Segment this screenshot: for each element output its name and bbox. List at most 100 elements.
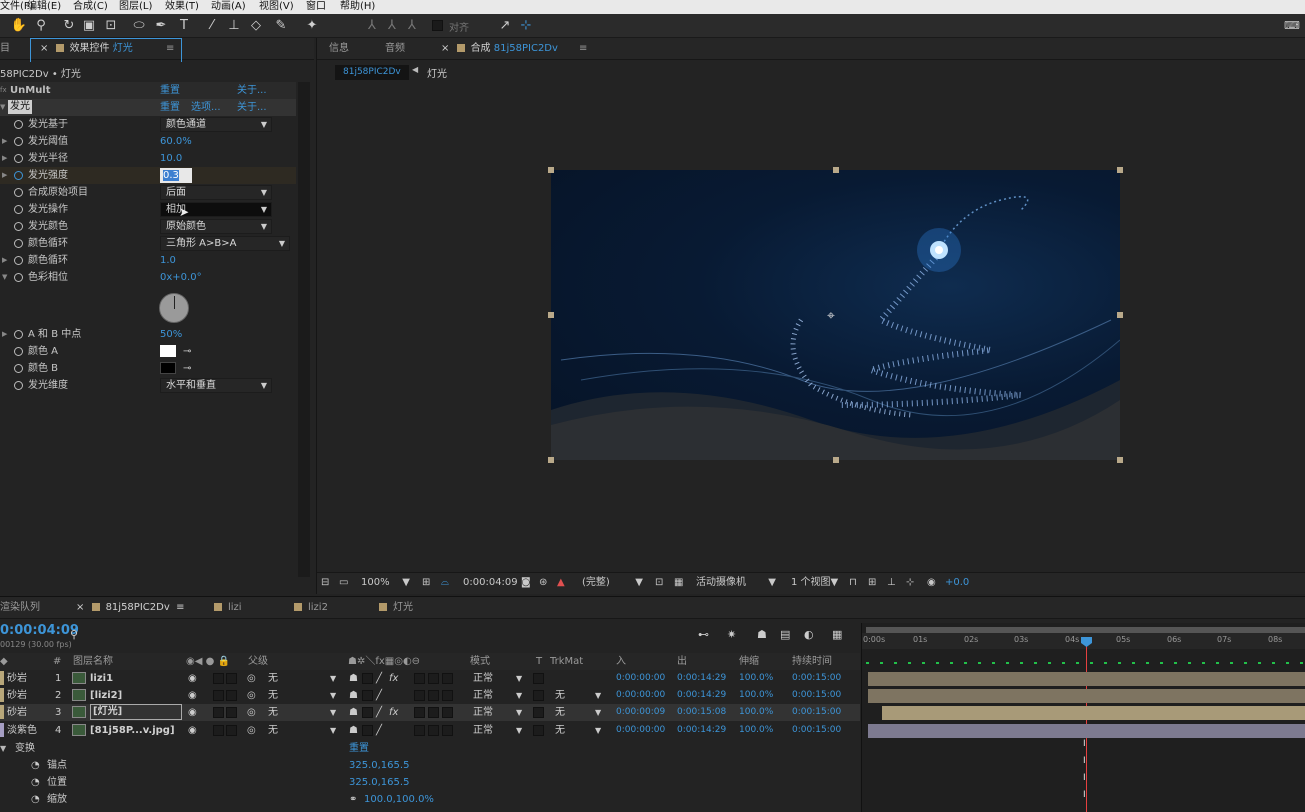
stopwatch-icon[interactable] (14, 154, 23, 163)
glow-radius-value[interactable]: 10.0 (160, 150, 182, 167)
layer-out-point[interactable]: 0:00:14:29 (677, 687, 726, 704)
color-looping-dropdown[interactable]: 三角形 A>B>A ▼ (160, 236, 290, 251)
menu-effect[interactable]: 效果(T) (165, 0, 199, 14)
views-dropdown[interactable]: 1 个视图▼ (791, 573, 838, 593)
preserve-transparency-switch[interactable] (533, 690, 544, 701)
exposure-value[interactable]: +0.0 (945, 573, 969, 593)
stopwatch-icon[interactable] (14, 171, 23, 180)
stopwatch-icon[interactable] (14, 120, 23, 129)
hand-icon[interactable]: ✋ (10, 17, 28, 35)
transparency-grid-icon[interactable]: ▦ (674, 573, 683, 593)
local-axis-icon[interactable]: ⅄ (363, 17, 381, 35)
anchor-value[interactable]: 325.0,165.5 (349, 757, 409, 774)
3d-switch[interactable] (442, 673, 453, 684)
layer-label[interactable]: 砂岩 (7, 687, 27, 704)
layer-duration[interactable]: 0:00:15:00 (792, 687, 841, 704)
rotate-icon[interactable]: ↻ (60, 17, 78, 35)
glow-operation-dropdown[interactable]: 相加 ▼ (160, 202, 272, 217)
workspace-icon[interactable]: ⌨ (1283, 17, 1301, 35)
view-axis-icon[interactable]: ⅄ (403, 17, 421, 35)
camera-dropdown[interactable]: 活动摄像机 ▼ (696, 573, 776, 593)
solo-switch[interactable] (226, 707, 237, 718)
tab-audio[interactable]: 音频 (385, 38, 405, 60)
tab-comp-main[interactable]: × 81j58PIC2Dv ≡ (76, 597, 184, 619)
blend-mode-dropdown[interactable]: 正常 (473, 704, 493, 721)
parent-pickwhip-icon[interactable]: ◎ (247, 704, 256, 721)
pan-behind-icon[interactable]: ⊡ (102, 17, 120, 35)
tab-light[interactable]: 灯光 (375, 597, 413, 619)
blend-mode-dropdown[interactable]: 正常 (473, 670, 493, 687)
layer-stretch[interactable]: 100.0% (739, 670, 773, 687)
label-color-swatch[interactable] (0, 723, 4, 737)
blend-mode-dropdown[interactable]: 正常 (473, 687, 493, 704)
stopwatch-icon[interactable] (14, 256, 23, 265)
layer-duration[interactable]: 0:00:15:00 (792, 704, 841, 721)
ellipse-icon[interactable]: ⬭ (130, 17, 148, 35)
layer-name[interactable]: [81j58P...v.jpg] (90, 722, 175, 739)
frame-blending-icon[interactable]: ▤ (780, 628, 790, 641)
color-b-swatch[interactable] (160, 362, 176, 374)
snapshot-icon[interactable]: ◙ (521, 573, 531, 593)
channel-icon[interactable]: ▲ (557, 573, 565, 593)
glow-intensity-input[interactable]: 0.3 (160, 168, 192, 183)
search-input[interactable] (82, 628, 662, 642)
panel-menu-icon[interactable]: ≡ (579, 38, 587, 60)
timeline-timecode[interactable]: 0:00:04:09 (0, 623, 79, 638)
keyframe-icon[interactable]: I (1083, 756, 1086, 766)
label-color-swatch[interactable] (0, 688, 4, 702)
label-color-swatch[interactable] (0, 705, 4, 719)
layer-stretch[interactable]: 100.0% (739, 704, 773, 721)
comp-breadcrumb-layer[interactable]: 灯光 (427, 65, 447, 80)
layer-name[interactable]: lizi1 (90, 670, 113, 687)
audio-switch[interactable] (213, 673, 224, 684)
brush-icon[interactable]: ⁄ (203, 17, 221, 35)
parent-pickwhip-icon[interactable]: ◎ (247, 670, 256, 687)
menu-window[interactable]: 窗口 (306, 0, 326, 14)
clone-stamp-icon[interactable]: ⊥ (225, 17, 243, 35)
fx-switch-icon[interactable]: fx (389, 670, 398, 687)
layer-duration[interactable]: 0:00:15:00 (792, 670, 841, 687)
menu-edit[interactable]: 编辑(E) (27, 0, 61, 14)
glow-reset-link[interactable]: 重置 (160, 99, 180, 116)
anchor-point-icon[interactable]: ⌖ (827, 308, 835, 324)
tab-project[interactable]: 目 (0, 38, 10, 60)
layer-stretch[interactable]: 100.0% (739, 687, 773, 704)
shy-switch-icon[interactable]: ☗ (349, 687, 358, 704)
motion-blur-switch[interactable] (414, 707, 425, 718)
eyedropper-icon[interactable]: ⊸ (183, 343, 191, 360)
trkmat-dropdown-arrow-icon[interactable]: ▼ (595, 722, 601, 739)
parent-dropdown-arrow-icon[interactable]: ▼ (330, 687, 336, 704)
parent-dropdown[interactable]: 无 (268, 704, 278, 721)
effect-unmult-row[interactable]: fx UnMult 重置 关于... (0, 82, 296, 99)
motion-blur-icon[interactable]: ◐ (804, 628, 814, 641)
audio-switch[interactable] (213, 707, 224, 718)
puppet-pin-icon[interactable]: ✦ (303, 17, 321, 35)
search-icon[interactable]: ⚲ (70, 628, 78, 641)
eraser-icon[interactable]: ◇ (247, 17, 265, 35)
glow-about-link[interactable]: 关于... (237, 99, 267, 116)
layer-duration-bar[interactable] (868, 689, 1305, 703)
composite-original-dropdown[interactable]: 后面 ▼ (160, 185, 272, 200)
layer-row[interactable]: 砂岩 1 lizi1 ◉ ◎ 无 ▼ ☗ ╱ fx 正常 ▼ 0:00:00:00 0:00:14:29 1… (0, 670, 860, 687)
tab-render-queue[interactable]: 渲染队列 (0, 597, 40, 619)
trkmat-dropdown-arrow-icon[interactable]: ▼ (595, 704, 601, 721)
stopwatch-icon[interactable] (14, 381, 23, 390)
stopwatch-icon[interactable] (14, 347, 23, 356)
unmult-about-link[interactable]: 关于... (237, 82, 267, 99)
unmult-reset-link[interactable]: 重置 (160, 82, 180, 99)
layer-duration-bar[interactable] (868, 724, 1305, 738)
layer-label[interactable]: 砂岩 (7, 670, 27, 687)
camera-icon[interactable]: ▣ (80, 17, 98, 35)
layer-out-point[interactable]: 0:00:14:29 (677, 670, 726, 687)
quality-switch-icon[interactable]: ╱ (376, 687, 382, 704)
flowchart-icon[interactable]: ⊞ (868, 573, 876, 593)
layer-row[interactable]: 砂岩 2 [lizi2] ◉ ◎ 无 ▼ ☗ ╱ 正常 ▼ 无 ▼ 0:00:00:00 0:00:14:2… (0, 687, 860, 704)
stopwatch-icon[interactable] (14, 188, 23, 197)
tab-effect-controls[interactable]: × 效果控件 灯光 (40, 38, 133, 60)
mode-dropdown-arrow-icon[interactable]: ▼ (516, 704, 522, 721)
layer-duration-bar[interactable] (882, 706, 1305, 720)
layer-duration[interactable]: 0:00:15:00 (792, 722, 841, 739)
mode-dropdown-arrow-icon[interactable]: ▼ (516, 722, 522, 739)
glow-colors-dropdown[interactable]: 原始颜色 ▼ (160, 219, 272, 234)
color-loops-value[interactable]: 1.0 (160, 252, 176, 269)
